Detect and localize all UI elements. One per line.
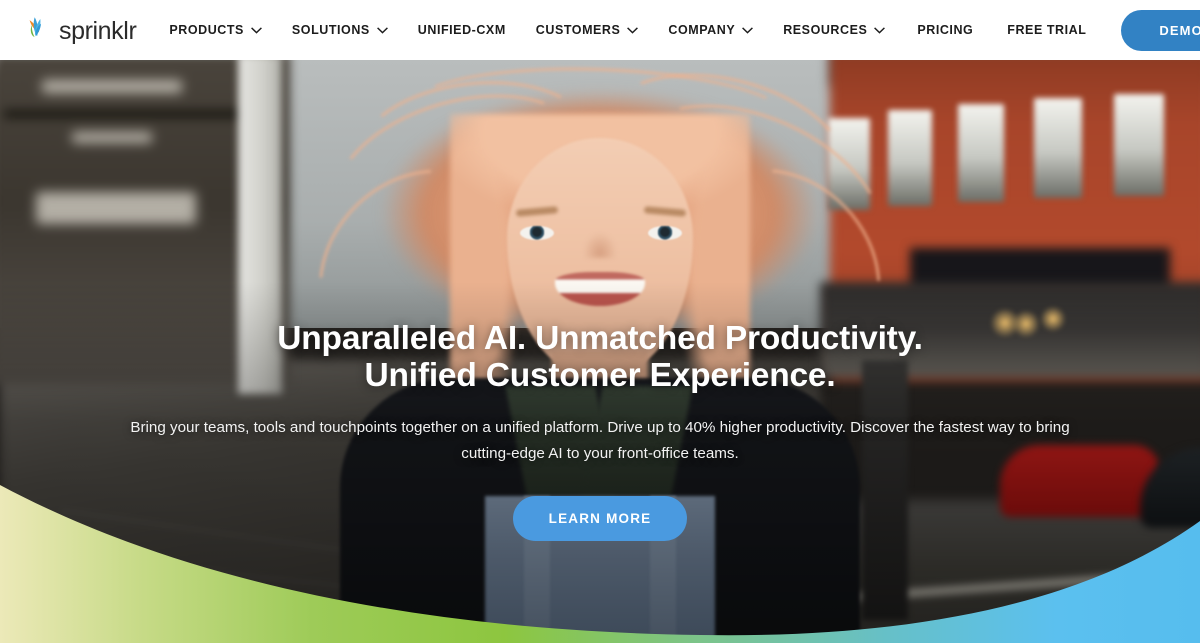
nav-item-label: SOLUTIONS [291, 23, 370, 37]
nav-item-label: PRODUCTS [169, 23, 244, 37]
hero-cta-wrapper: LEARN MORE [0, 496, 1200, 541]
hero-section: Unparalleled AI. Unmatched Productivity.… [0, 60, 1200, 643]
hero-headline: Unparalleled AI. Unmatched Productivity.… [0, 320, 1200, 394]
sprinklr-splash-logo-icon [29, 17, 42, 38]
page-root: sprinklr PRODUCTS SOLUTIONS UNIFIED-CXM … [0, 0, 1200, 643]
nav-item-unified-cxm[interactable]: UNIFIED-CXM [403, 0, 521, 60]
nav-item-label: RESOURCES [783, 23, 868, 37]
nav-link-free-trial[interactable]: FREE TRIAL [990, 23, 1103, 37]
nav-link-pricing[interactable]: PRICING [900, 23, 990, 37]
nav-item-customers[interactable]: CUSTOMERS [521, 0, 654, 60]
top-navigation-bar: sprinklr PRODUCTS SOLUTIONS UNIFIED-CXM … [0, 0, 1200, 60]
hero-subheadline: Bring your teams, tools and touchpoints … [130, 419, 1070, 462]
nav-item-company[interactable]: COMPANY [653, 0, 768, 60]
chevron-down-icon [376, 26, 388, 34]
brand-name: sprinklr [59, 16, 137, 45]
primary-nav: PRODUCTS SOLUTIONS UNIFIED-CXM CUSTOMERS [169, 0, 900, 60]
demo-button[interactable]: DEMO [1121, 9, 1200, 51]
chevron-down-icon [874, 26, 886, 34]
nav-item-solutions[interactable]: SOLUTIONS [277, 0, 403, 60]
nav-item-products[interactable]: PRODUCTS [169, 0, 277, 60]
nav-utility-group: PRICING FREE TRIAL DEMO [900, 9, 1200, 51]
nav-item-label: CUSTOMERS [535, 23, 621, 37]
nav-item-resources[interactable]: RESOURCES [768, 0, 900, 60]
nav-item-label: UNIFIED-CXM [417, 23, 506, 37]
hero-copy-block: Unparalleled AI. Unmatched Productivity.… [0, 320, 1200, 541]
learn-more-button[interactable]: LEARN MORE [512, 496, 688, 541]
brand-logo-link[interactable]: sprinklr [18, 13, 137, 47]
chevron-down-icon [627, 26, 639, 34]
hero-headline-line-2: Unified Customer Experience. [364, 357, 836, 394]
hero-headline-line-1: Unparalleled AI. Unmatched Productivity. [277, 320, 923, 357]
nav-item-label: COMPANY [668, 23, 736, 37]
chevron-down-icon [742, 26, 754, 34]
chevron-down-icon [250, 26, 262, 34]
